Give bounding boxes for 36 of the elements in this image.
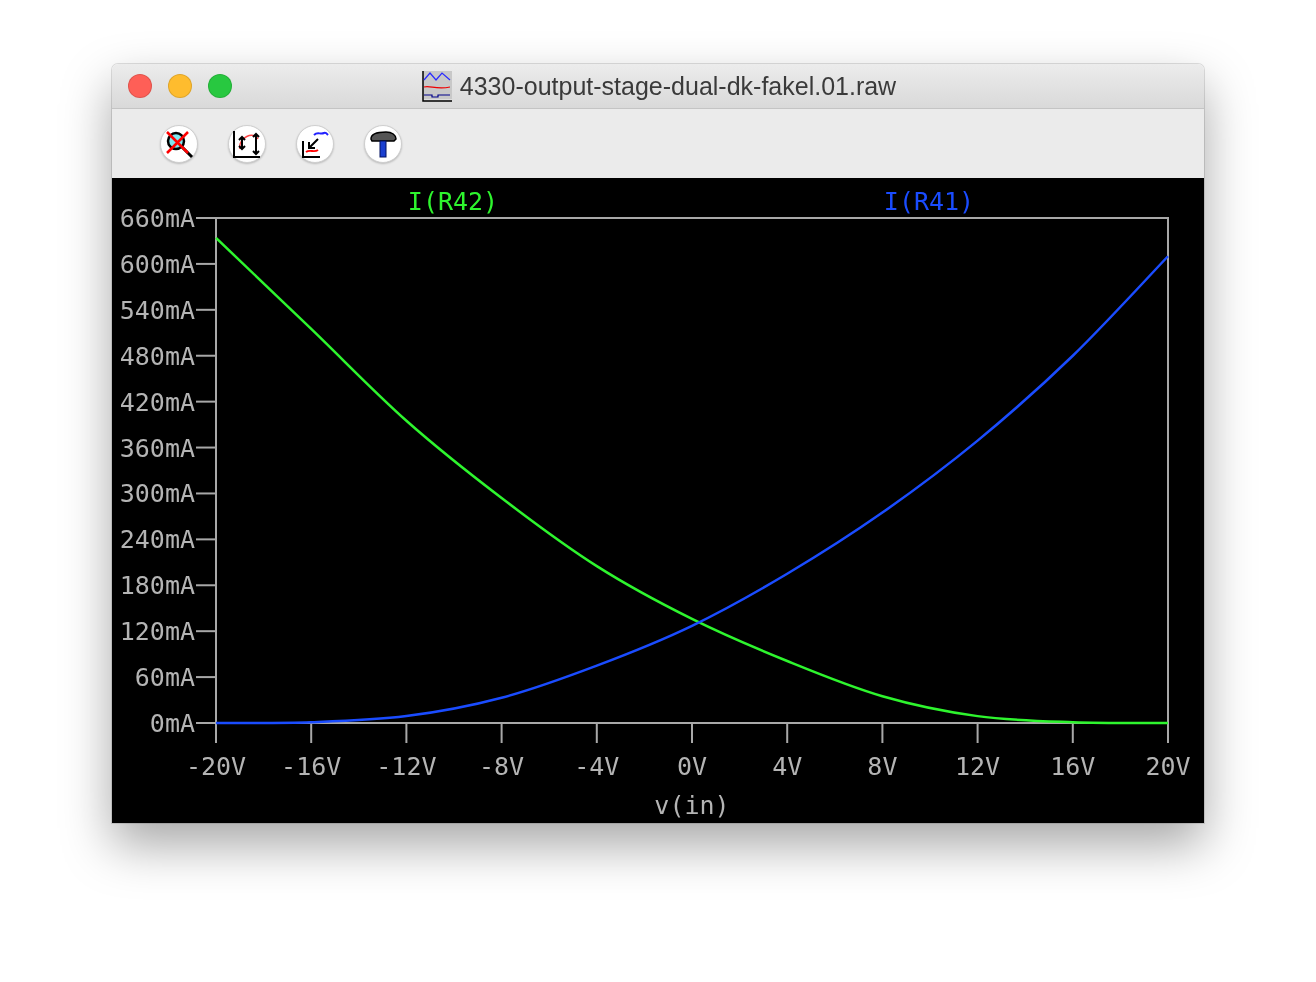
- x-tick-label: -16V: [281, 752, 342, 781]
- close-button[interactable]: [128, 74, 152, 98]
- autorange-button[interactable]: [228, 124, 266, 163]
- y-tick-label: 600mA: [119, 249, 195, 279]
- crossed-magnifier-button[interactable]: [160, 124, 198, 163]
- y-tick-label: 240mA: [119, 525, 195, 555]
- x-tick-label: 4V: [772, 752, 803, 781]
- y-tick-label: 480mA: [119, 341, 195, 371]
- y-tick-label: 300mA: [119, 479, 195, 509]
- x-tick-label: 20V: [1145, 752, 1191, 781]
- waveform-document-icon: [419, 70, 452, 102]
- y-tick-label: 540mA: [119, 295, 195, 325]
- x-axis-label: v(in): [654, 791, 730, 820]
- hammer-icon: [368, 128, 398, 159]
- x-tick-label: -8V: [479, 752, 525, 781]
- x-tick-label: -20V: [185, 752, 247, 781]
- y-tick-label: 0mA: [149, 709, 195, 738]
- y-tick-label: 360mA: [119, 433, 195, 463]
- y-tick-label: 60mA: [134, 663, 195, 693]
- x-tick-label: 8V: [867, 752, 898, 781]
- vertical-range-graph-icon: [232, 128, 262, 159]
- x-tick-label: 16V: [1050, 752, 1096, 781]
- y-tick-label: 180mA: [119, 571, 195, 601]
- x-tick-label: 0V: [676, 752, 708, 781]
- trace-label[interactable]: I(R41): [883, 187, 975, 216]
- y-tick-label: 120mA: [119, 617, 195, 647]
- trace-label[interactable]: I(R42): [407, 187, 499, 216]
- y-tick-label: 660mA: [119, 204, 195, 233]
- hammer-button[interactable]: [364, 124, 402, 163]
- x-tick-label: 12V: [955, 752, 1001, 781]
- y-tick-label: 420mA: [119, 387, 195, 417]
- crossed-magnifier-icon: [164, 128, 194, 159]
- zoom-back-button[interactable]: [296, 124, 334, 163]
- x-tick-label: -12V: [376, 752, 437, 781]
- x-tick-label: -4V: [574, 752, 620, 781]
- window-title: 4330-output-stage-dual-dk-fakel.01.raw: [459, 71, 897, 101]
